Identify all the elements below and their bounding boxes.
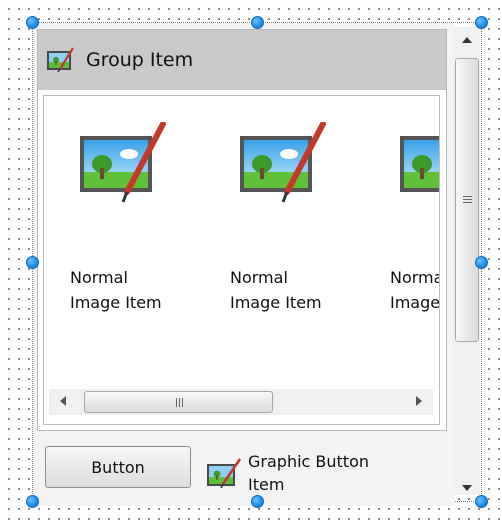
- scroll-down-icon[interactable]: [462, 485, 472, 491]
- group-header[interactable]: Group Item: [38, 30, 446, 90]
- gallery-image-item[interactable]: Normal Image Item: [44, 96, 184, 386]
- resize-handle-left[interactable]: [26, 256, 39, 269]
- graphic-button-item[interactable]: Graphic Button Item: [206, 450, 416, 500]
- vertical-scroll-thumb[interactable]: [455, 58, 479, 342]
- scroll-right-icon[interactable]: [416, 396, 422, 406]
- group-title: Group Item: [86, 49, 194, 71]
- horizontal-scroll-thumb[interactable]: [84, 391, 273, 413]
- gallery-image-item[interactable]: Normal Image Item: [204, 96, 344, 386]
- resize-handle-right[interactable]: [475, 256, 488, 269]
- image-edit-icon: [47, 47, 74, 73]
- resize-handle-bottom[interactable]: [251, 495, 264, 508]
- image-edit-icon: [80, 122, 166, 203]
- scroll-up-icon[interactable]: [462, 37, 472, 43]
- grip-line: [176, 398, 177, 407]
- resize-handle-top-right[interactable]: [475, 16, 488, 29]
- gallery-item-label: Normal Image Item: [390, 268, 440, 312]
- resize-handle-top-left[interactable]: [26, 16, 39, 29]
- gallery-item-label: Normal Image Item: [230, 268, 322, 312]
- horizontal-scrollbar[interactable]: [49, 389, 433, 415]
- grip-line: [463, 199, 472, 200]
- resize-handle-bottom-right[interactable]: [475, 495, 488, 508]
- resize-handle-top[interactable]: [251, 16, 264, 29]
- image-gallery: Normal Image Item Normal Image Item Norm…: [43, 95, 440, 425]
- button[interactable]: Button: [45, 446, 191, 488]
- gallery-image-item[interactable]: Normal Image Item: [364, 96, 440, 386]
- scroll-left-icon[interactable]: [60, 396, 66, 406]
- resize-handle-bottom-left[interactable]: [26, 495, 39, 508]
- grip-line: [179, 398, 180, 407]
- grip-line: [463, 202, 472, 203]
- image-edit-icon: [400, 136, 439, 192]
- grip-line: [182, 398, 183, 407]
- image-edit-icon: [207, 458, 242, 489]
- image-edit-icon: [240, 122, 326, 203]
- grip-line: [463, 196, 472, 197]
- gallery-item-label: Normal Image Item: [70, 268, 162, 312]
- group-item[interactable]: Group Item Normal Image Item Normal Imag…: [37, 29, 447, 431]
- graphic-button-label: Graphic Button Item: [248, 452, 369, 494]
